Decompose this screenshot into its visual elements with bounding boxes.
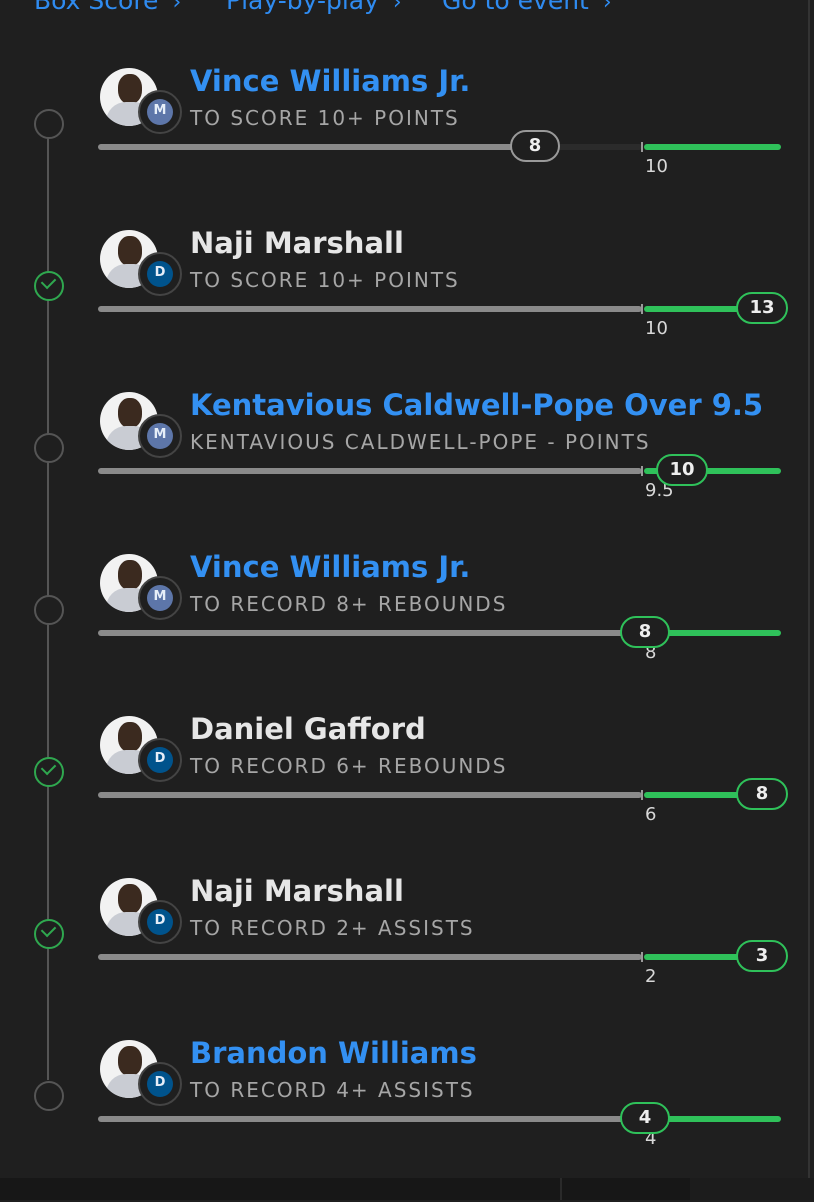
leg-description: TO RECORD 8+ REBOUNDS [190,592,508,616]
chevron-right-icon: › [602,0,612,15]
go-to-event-link[interactable]: Go to event › [442,0,612,15]
progress-fill [98,954,642,960]
current-value-badge: 4 [620,1102,670,1134]
target-zone [644,144,781,150]
leg-title[interactable]: Vince Williams Jr. [190,550,470,584]
event-nav: Box Score › Play-by-play › Go to event › [0,0,814,16]
target-value: 6 [645,804,657,825]
checkmark-icon [40,759,57,776]
leg-description: TO SCORE 10+ POINTS [190,106,460,130]
mavericks-logo-icon: D [138,900,182,944]
bet-leg[interactable]: D Naji Marshall TO SCORE 10+ POINTS 13 1… [0,226,814,392]
current-value-badge: 13 [736,292,788,324]
current-value-badge: 8 [510,130,560,162]
leg-description: TO RECORD 4+ ASSISTS [190,1078,475,1102]
progress-fill [98,630,642,636]
progress-fill [98,144,522,150]
grizzlies-logo-icon: M [138,576,182,620]
leg-title: Naji Marshall [190,226,404,260]
progress-fill [98,468,642,474]
current-value-badge: 10 [656,454,708,486]
bet-leg[interactable]: M Vince Williams Jr. TO SCORE 10+ POINTS… [0,64,814,230]
progress-fill [98,792,642,798]
leg-title[interactable]: Kentavious Caldwell-Pope Over 9.5 [190,388,763,422]
grizzlies-logo-icon: M [138,414,182,458]
footer-segment [560,1178,682,1200]
leg-description: TO RECORD 2+ ASSISTS [190,916,475,940]
status-circle-won [34,919,64,949]
mavericks-logo-icon: D [138,1062,182,1106]
bet-leg[interactable]: D Naji Marshall TO RECORD 2+ ASSISTS 3 2 [0,874,814,1040]
play-by-play-label: Play-by-play [226,0,379,15]
progress-fill [98,306,642,312]
checkmark-icon [40,921,57,938]
chevron-right-icon: › [392,0,402,15]
status-circle-pending [34,1081,64,1111]
status-circle-won [34,271,64,301]
target-marker [641,466,643,476]
progress-fill [98,1116,642,1122]
leg-description: TO RECORD 6+ REBOUNDS [190,754,508,778]
leg-description: TO SCORE 10+ POINTS [190,268,460,292]
chevron-right-icon: › [172,0,182,15]
leg-title: Daniel Gafford [190,712,426,746]
target-value: 2 [645,966,657,987]
mavericks-logo-icon: D [138,738,182,782]
target-marker [641,790,643,800]
current-value-badge: 8 [620,616,670,648]
box-score-label: Box Score [34,0,159,15]
footer-segment [690,1178,814,1200]
target-value: 10 [645,318,668,339]
go-to-event-label: Go to event [442,0,589,15]
leg-title[interactable]: Brandon Williams [190,1036,477,1070]
leg-description: KENTAVIOUS CALDWELL-POPE - POINTS [190,430,651,454]
bet-leg[interactable]: M Kentavious Caldwell-Pope Over 9.5 KENT… [0,388,814,554]
status-circle-pending [34,595,64,625]
target-value: 10 [645,156,668,177]
target-marker [641,304,643,314]
bet-leg[interactable]: D Daniel Gafford TO RECORD 6+ REBOUNDS 8… [0,712,814,878]
leg-title[interactable]: Vince Williams Jr. [190,64,470,98]
target-marker [641,952,643,962]
status-circle-won [34,757,64,787]
checkmark-icon [40,273,57,290]
grizzlies-logo-icon: M [138,90,182,134]
status-circle-pending [34,433,64,463]
box-score-link[interactable]: Box Score › [34,0,181,15]
target-marker [641,142,643,152]
play-by-play-link[interactable]: Play-by-play › [226,0,402,15]
leg-title: Naji Marshall [190,874,404,908]
current-value-badge: 3 [736,940,788,972]
current-value-badge: 8 [736,778,788,810]
status-circle-pending [34,109,64,139]
bet-leg[interactable]: M Vince Williams Jr. TO RECORD 8+ REBOUN… [0,550,814,716]
mavericks-logo-icon: D [138,252,182,296]
bottom-bar [0,1178,814,1200]
